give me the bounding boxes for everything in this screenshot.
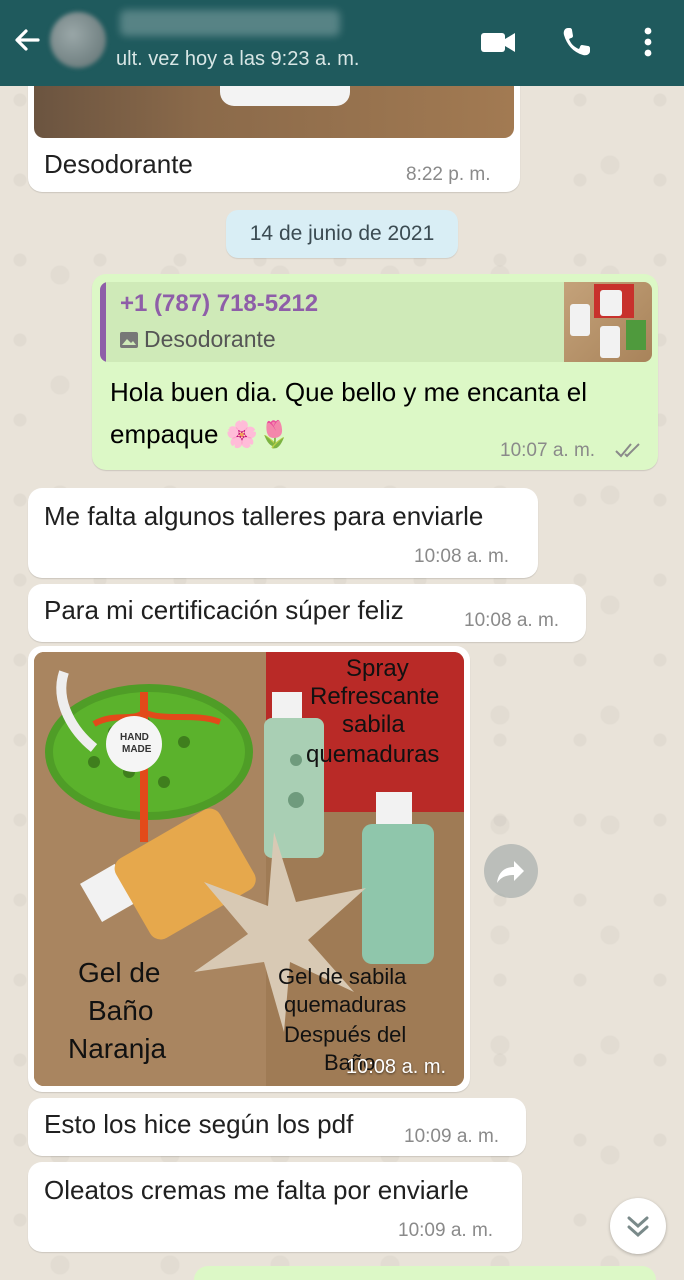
message-time: 8:22 p. m. xyxy=(406,164,491,185)
video-call-icon xyxy=(481,33,515,52)
quote-author: +1 (787) 718-5212 xyxy=(120,290,319,317)
message-incoming[interactable]: Oleatos cremas me falta por enviarle 10:… xyxy=(28,1162,522,1252)
video-call-button[interactable] xyxy=(478,22,518,62)
message-text: Desodorante xyxy=(44,149,193,179)
quoted-message[interactable]: +1 (787) 718-5212 Desodorante xyxy=(100,282,652,362)
contact-name-blurred[interactable] xyxy=(120,10,340,36)
photo-tag-2: MADE xyxy=(122,744,152,755)
last-seen-status: ult. vez hoy a las 9:23 a. m. xyxy=(116,48,360,70)
photo-image[interactable]: Spray Refrescante sabila quemaduras Gel … xyxy=(34,652,464,1086)
forward-icon xyxy=(497,861,524,883)
photo-label-gel-bano-1: Gel de xyxy=(78,957,161,988)
contact-avatar[interactable] xyxy=(50,12,106,68)
message-time: 10:09 a. m. xyxy=(404,1126,500,1147)
message-text: Oleatos cremas me falta por enviarle xyxy=(44,1175,469,1205)
message-time: 10:07 a. m. xyxy=(500,440,596,461)
photo-label-gel-bano-3: Naranja xyxy=(68,1033,166,1064)
quote-thumbnail xyxy=(564,282,652,362)
message-incoming[interactable]: Esto los hice según los pdf 10:09 a. m. xyxy=(28,1098,526,1156)
message-incoming[interactable]: Me falta algunos talleres para enviarle … xyxy=(28,488,538,578)
message-time: 10:08 a. m. xyxy=(464,610,560,631)
back-arrow-icon xyxy=(15,29,40,51)
message-text: Me falta algunos talleres para enviarle xyxy=(44,501,484,531)
forward-button[interactable] xyxy=(484,844,538,898)
message-outgoing-partial[interactable] xyxy=(194,1266,656,1280)
quote-text: Desodorante xyxy=(144,326,276,352)
image-object xyxy=(220,86,350,106)
photo-tag-1: HAND xyxy=(120,732,149,743)
quote-bar xyxy=(100,282,106,362)
photo-label-spray-4: quemaduras xyxy=(306,741,439,768)
scroll-to-bottom-button[interactable] xyxy=(610,1198,666,1254)
read-double-check-icon xyxy=(615,443,640,458)
product-photo: Spray Refrescante sabila quemaduras Gel … xyxy=(34,652,464,1086)
photo-label-gel-sabila-3: Después del xyxy=(284,1022,406,1047)
message-text: Esto los hice según los pdf xyxy=(44,1109,354,1139)
back-button[interactable] xyxy=(8,20,48,60)
photo-label-gel-sabila-1: Gel de sabila xyxy=(278,964,407,989)
message-time: 10:09 a. m. xyxy=(398,1220,494,1241)
photo-label-spray-3: sabila xyxy=(342,711,405,738)
double-chevron-down-icon xyxy=(627,1216,649,1238)
image-icon xyxy=(120,332,138,348)
photo-label-gel-sabila-2: quemaduras xyxy=(284,992,406,1017)
more-options-button[interactable] xyxy=(628,22,668,62)
photo-label-gel-bano-2: Baño xyxy=(88,995,153,1026)
photo-label-spray-2: Refrescante xyxy=(310,683,439,710)
message-incoming[interactable]: Para mi certificación súper feliz 10:08 … xyxy=(28,584,586,642)
phone-icon xyxy=(563,28,590,56)
voice-call-button[interactable] xyxy=(556,22,596,62)
message-text-line1: Hola buen dia. Que bello y me encanta el xyxy=(110,377,587,407)
chat-header: ult. vez hoy a las 9:23 a. m. xyxy=(0,0,684,86)
message-time: 10:08 a. m. xyxy=(414,546,510,567)
message-text-line2: empaque 🌸🌷 xyxy=(110,419,291,449)
message-text: Para mi certificación súper feliz xyxy=(44,595,404,625)
date-separator: 14 de junio de 2021 xyxy=(226,210,458,258)
photo-time: 10:08 a. m. xyxy=(346,1056,447,1078)
more-vert-icon xyxy=(644,27,652,57)
photo-label-spray-1: Spray xyxy=(346,655,409,682)
